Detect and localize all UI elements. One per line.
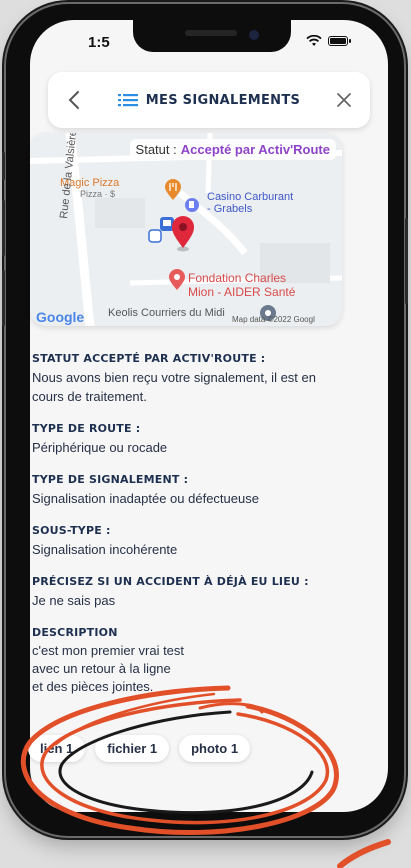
camera — [249, 30, 259, 40]
report-details: STATUT ACCEPTÉ PAR ACTIV'ROUTE : Nous av… — [32, 352, 350, 712]
section-label: TYPE DE SIGNALEMENT : — [32, 473, 189, 486]
fuel-pin-icon — [185, 198, 199, 212]
map-attribution: Map data ©2022 Googl — [232, 315, 315, 324]
google-logo: Google — [36, 309, 84, 325]
close-button[interactable] — [332, 88, 356, 112]
section-label: PRÉCISEZ SI UN ACCIDENT À DÉJÀ EU LIEU : — [32, 575, 309, 588]
attachment-photo-chip[interactable]: photo 1 — [179, 735, 251, 762]
page-title: MES SIGNALEMENTS — [145, 92, 301, 108]
status-icons — [306, 35, 351, 47]
attachment-link-chip[interactable]: lien 1 — [28, 735, 86, 762]
health-pin-icon — [169, 269, 185, 290]
volume-up-button — [2, 200, 5, 256]
section-value: Signalisation incohérente — [32, 542, 178, 557]
bus-stop-outline-icon — [148, 229, 162, 243]
status-value: Accepté par Activ'Route — [180, 142, 330, 157]
restaurant-pin-icon — [165, 179, 181, 200]
section-sous-type: SOUS-TYPE : Signalisation incohérente — [32, 524, 350, 559]
section-statut: STATUT ACCEPTÉ PAR ACTIV'ROUTE : Nous av… — [32, 352, 350, 406]
speaker — [185, 30, 237, 36]
place-sub: - Grabels — [207, 203, 253, 215]
attribution-text: Map data ©2022 Googl — [232, 315, 315, 324]
description-line: avec un retour à la ligne — [32, 661, 171, 676]
wifi-icon — [306, 35, 322, 46]
section-value: Nous avons bien reçu votre signalement, … — [32, 370, 316, 404]
section-label: SOUS-TYPE : — [32, 524, 111, 537]
close-icon — [337, 93, 351, 107]
place-name: Casino Carburant — [207, 191, 294, 203]
section-label: STATUT ACCEPTÉ PAR ACTIV'ROUTE : — [32, 352, 266, 365]
back-button[interactable] — [62, 88, 86, 112]
notch — [133, 20, 291, 52]
status-time: 1:5 — [88, 34, 110, 51]
section-value: Je ne sais pas — [32, 593, 116, 608]
map-place-casino: Casino Carburant - Grabels — [207, 191, 293, 215]
attachment-file-chip[interactable]: fichier 1 — [95, 735, 170, 762]
description-line: c'est mon premier vrai test — [32, 643, 185, 658]
description-line: et des pièces jointes. — [32, 679, 154, 694]
app-header: MES SIGNALEMENTS — [48, 72, 370, 128]
map-card[interactable]: Statut : Accepté par Activ'Route Magic P… — [30, 133, 342, 326]
chevron-left-icon — [68, 91, 79, 109]
place-sub: Mion - AIDER Santé — [188, 285, 296, 299]
map-place-fondation: Fondation Charles Mion - AIDER Santé — [188, 271, 295, 299]
place-name: Keolis Courriers du Midi — [108, 307, 225, 319]
mute-switch — [2, 152, 5, 180]
volume-down-button — [2, 270, 5, 326]
section-description: DESCRIPTION c'est mon premier vrai test … — [32, 626, 350, 696]
section-label: TYPE DE ROUTE : — [32, 422, 141, 435]
place-name: Fondation Charles — [188, 271, 287, 285]
status-label: Statut : — [135, 142, 177, 157]
map-place-keolis: Keolis Courriers du Midi — [108, 307, 225, 319]
battery-icon — [328, 36, 351, 46]
section-value: Périphérique ou rocade — [32, 440, 168, 455]
section-value: Signalisation inadaptée ou défectueuse — [32, 491, 259, 506]
section-accident: PRÉCISEZ SI UN ACCIDENT À DÉJÀ EU LIEU :… — [32, 575, 350, 610]
section-signalement: TYPE DE SIGNALEMENT : Signalisation inad… — [32, 473, 350, 508]
section-label: DESCRIPTION — [32, 626, 118, 639]
section-route: TYPE DE ROUTE : Périphérique ou rocade — [32, 422, 350, 457]
logo-text: Google — [36, 309, 85, 325]
map-status-label: Statut : Accepté par Activ'Route — [129, 139, 336, 160]
location-pin-icon — [172, 216, 194, 252]
attachments-row: lien 1 fichier 1 photo 1 — [28, 735, 251, 762]
power-button — [405, 218, 408, 304]
list-icon — [117, 94, 138, 107]
